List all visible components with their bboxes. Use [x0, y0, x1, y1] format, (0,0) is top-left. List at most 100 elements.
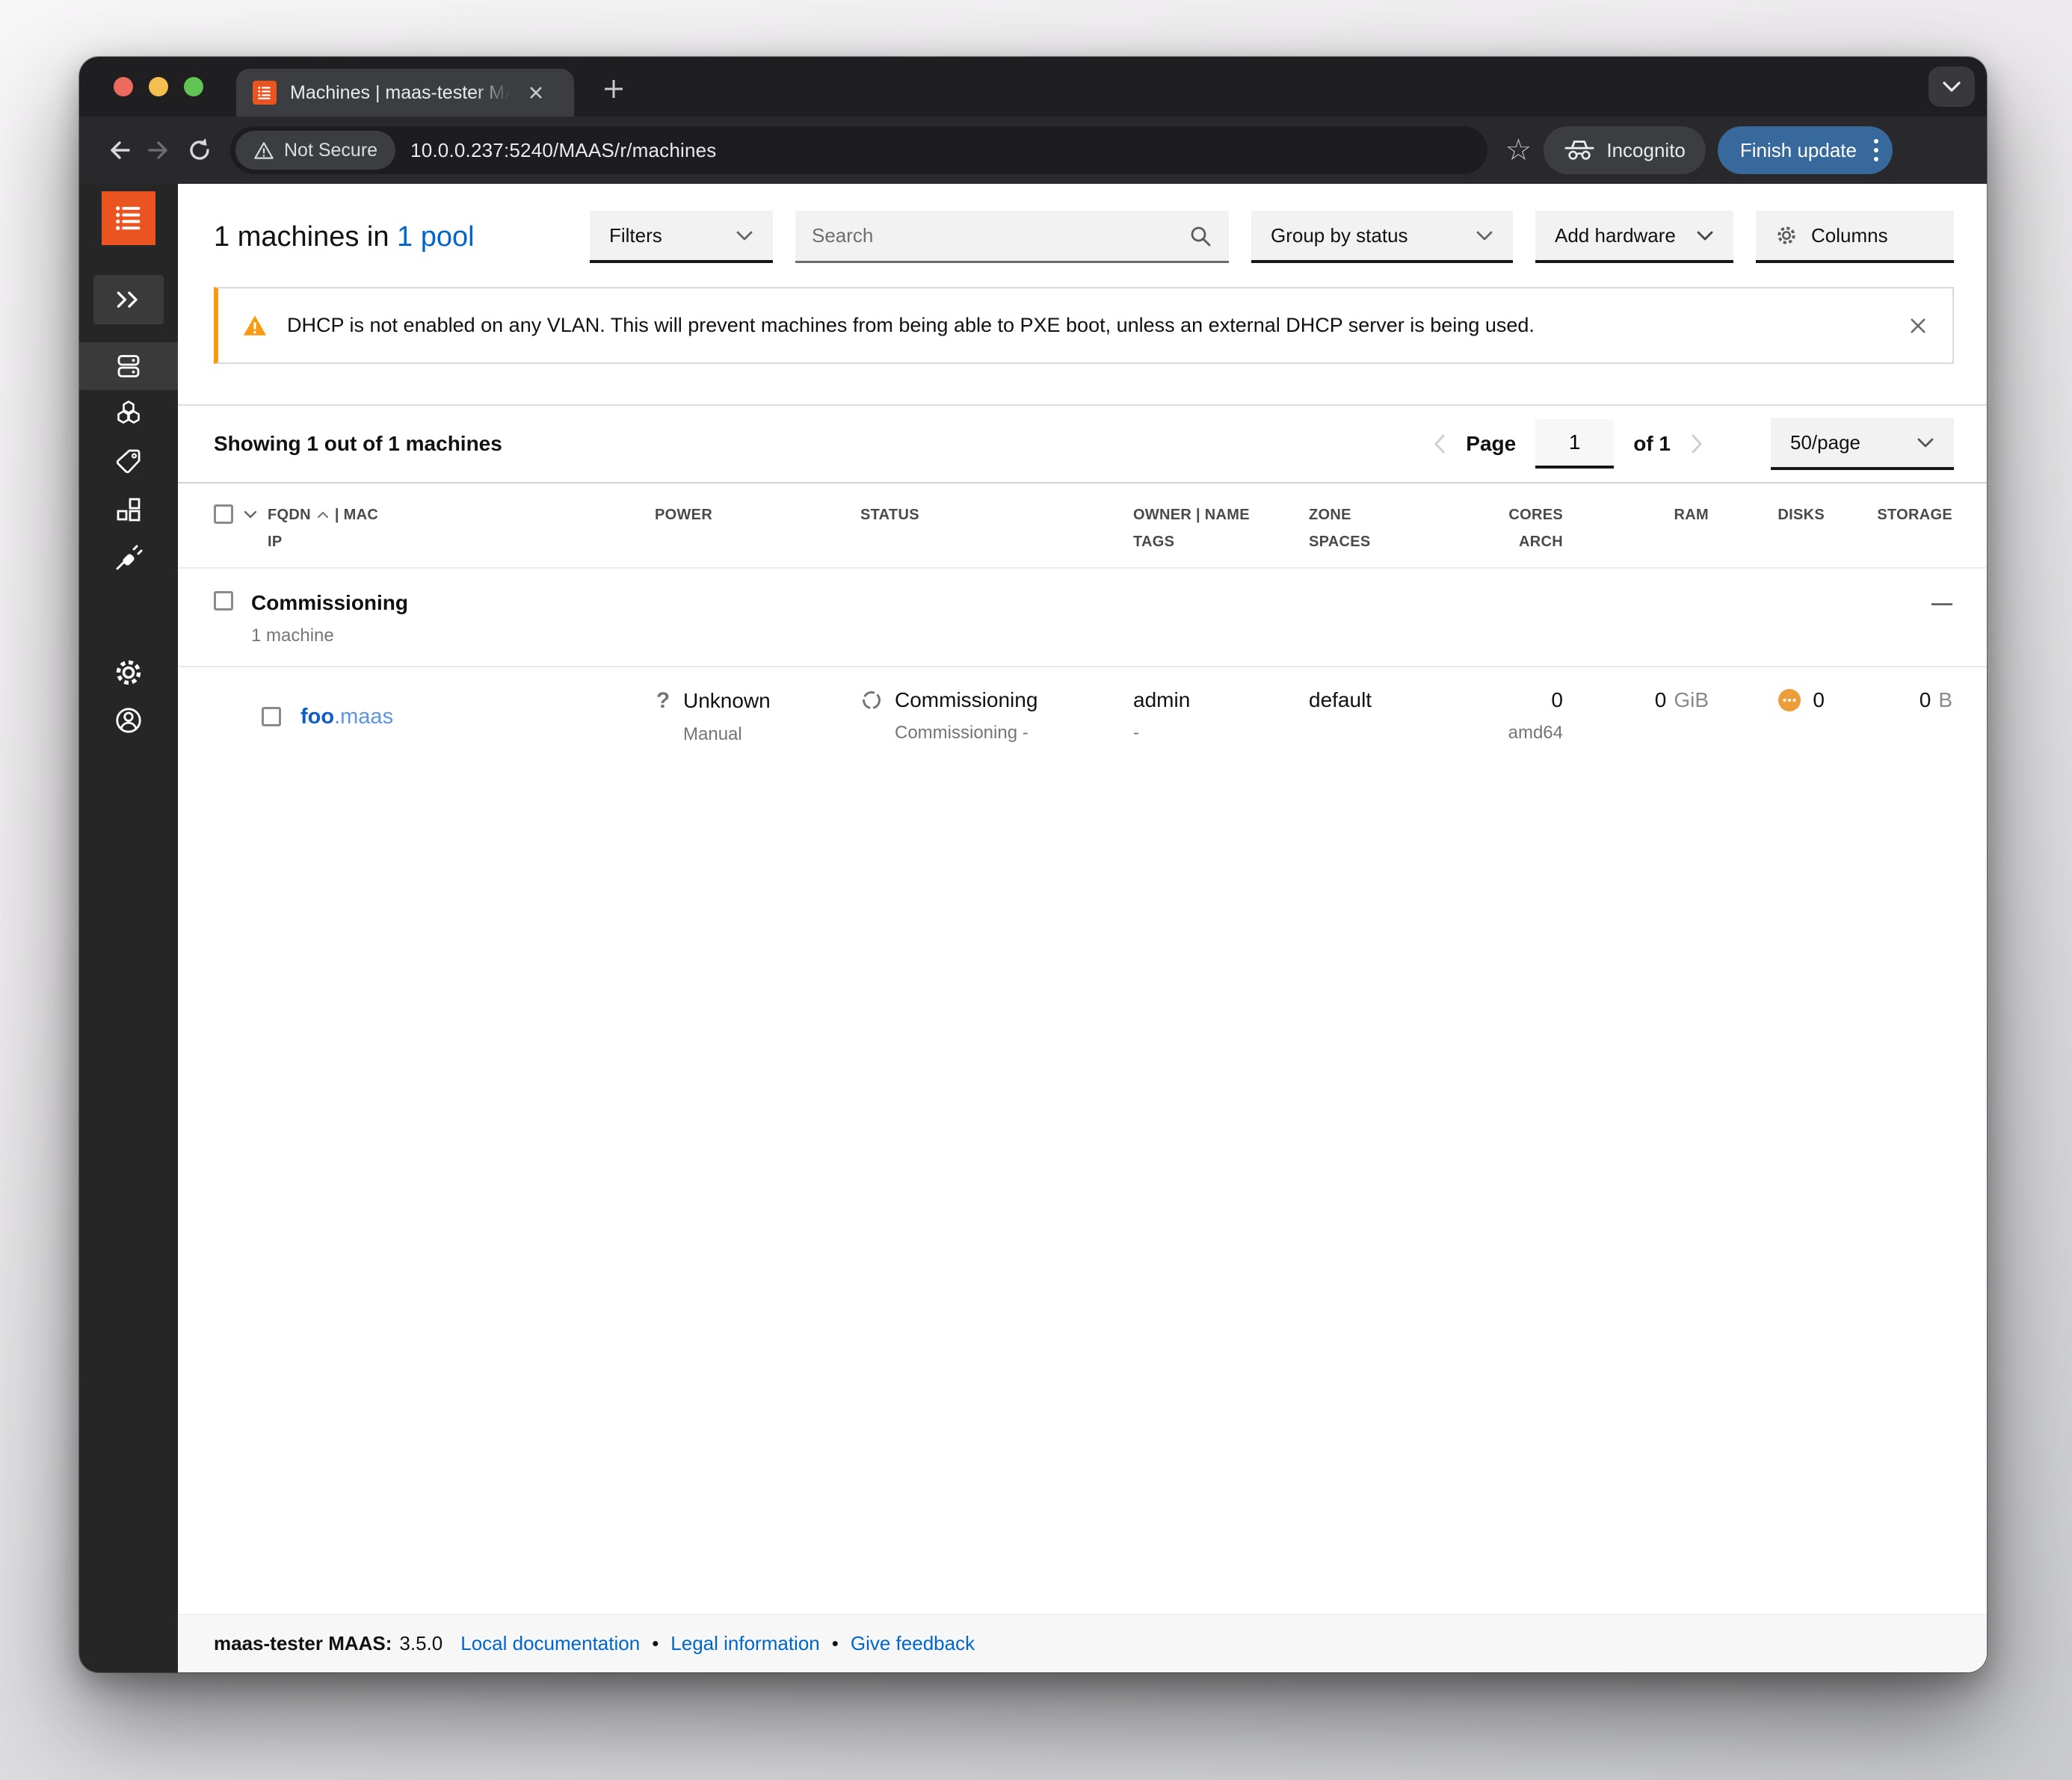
filters-dropdown[interactable]: Filters	[590, 211, 773, 263]
browser-tab[interactable]: Machines | maas-tester MAAS	[236, 69, 574, 117]
owner-cell: admin -	[1133, 688, 1309, 745]
machine-count-text: 1 machines in	[214, 220, 389, 253]
column-storage[interactable]: STORAGE	[1825, 504, 1952, 552]
search-box	[795, 211, 1229, 263]
finish-update-button[interactable]: Finish update	[1717, 126, 1893, 174]
banner-message: DHCP is not enabled on any VLAN. This wi…	[287, 314, 1535, 336]
minimize-window-button[interactable]	[149, 77, 168, 96]
group-aggregate-dash: —	[1931, 591, 1952, 614]
footer-separator: •	[652, 1632, 659, 1654]
column-cores[interactable]: CORES ARCH	[1492, 504, 1563, 552]
banner-close-icon[interactable]	[1908, 315, 1928, 336]
zoom-window-button[interactable]	[184, 77, 203, 96]
side-navigation	[79, 184, 178, 1672]
new-tab-button[interactable]	[602, 78, 625, 100]
status-cell: Commissioning Commissioning -	[860, 688, 1133, 745]
spaces-label: SPACES	[1309, 534, 1371, 550]
search-input[interactable]	[812, 224, 1188, 247]
column-ip[interactable]: IP	[268, 531, 378, 552]
expand-sidebar-button[interactable]	[93, 275, 164, 324]
group-collapse-chevron-icon[interactable]	[244, 510, 257, 519]
column-disks[interactable]: DISKS	[1709, 504, 1825, 552]
dhcp-warning-banner: DHCP is not enabled on any VLAN. This wi…	[214, 287, 1954, 364]
column-owner[interactable]: OWNER | NAME TAGS	[1133, 504, 1309, 552]
next-page-icon[interactable]	[1690, 433, 1703, 454]
tab-close-icon[interactable]	[528, 84, 544, 101]
close-window-button[interactable]	[114, 77, 133, 96]
maas-logo[interactable]	[102, 191, 155, 245]
power-state: Unknown	[683, 689, 771, 712]
column-fqdn[interactable]: FQDN | MAC	[268, 504, 378, 525]
group-checkbox[interactable]	[214, 591, 233, 611]
tab-strip: Machines | maas-tester MAAS	[79, 57, 1987, 117]
machine-table-row: foo.maas ? Unknown Manual Commissioning C…	[178, 666, 1987, 772]
machine-checkbox[interactable]	[262, 707, 281, 726]
arch-label: ARCH	[1519, 534, 1563, 550]
url-bar[interactable]: Not Secure 10.0.0.237:5240/MAAS/r/machin…	[230, 126, 1487, 174]
sidebar-item-account[interactable]	[79, 696, 178, 744]
per-page-select[interactable]: 50/page	[1771, 418, 1954, 470]
chevron-down-icon	[736, 231, 753, 240]
group-by-dropdown[interactable]: Group by status	[1251, 211, 1513, 263]
incognito-label: Incognito	[1606, 138, 1686, 161]
sidebar-item-network[interactable]	[79, 486, 178, 534]
sidebar-item-machines[interactable]	[79, 342, 178, 390]
pagination-row: Showing 1 out of 1 machines Page of 1 50…	[178, 404, 1987, 483]
column-zone[interactable]: ZONE SPACES	[1309, 504, 1492, 552]
status-group-row: Commissioning 1 machine —	[178, 567, 1987, 666]
zone-label: ZONE	[1309, 507, 1351, 523]
sidebar-item-settings[interactable]	[79, 649, 178, 696]
machine-fqdn-link[interactable]: foo.maas	[300, 705, 393, 729]
url-text[interactable]: 10.0.0.237:5240/MAAS/r/machines	[410, 139, 716, 162]
disk-test-pending-icon	[1778, 689, 1801, 711]
group-machine-count: 1 machine	[251, 625, 334, 646]
cores-cell: 0 amd64	[1492, 688, 1563, 745]
machine-list-page: 1 machines in 1 pool Filters Group by st…	[178, 184, 1987, 1672]
reload-icon[interactable]	[179, 130, 220, 170]
tags-label: TAGS	[1133, 534, 1175, 550]
column-status[interactable]: STATUS	[860, 504, 1133, 552]
bookmark-star-icon[interactable]: ☆	[1505, 135, 1532, 165]
not-secure-chip[interactable]: Not Secure	[235, 131, 396, 170]
not-secure-label: Not Secure	[284, 139, 378, 161]
browser-toolbar: Not Secure 10.0.0.237:5240/MAAS/r/machin…	[79, 117, 1987, 184]
power-type: Manual	[683, 724, 742, 744]
power-cell: ? Unknown Manual	[655, 688, 860, 745]
machine-tags: -	[1133, 723, 1139, 743]
account-icon	[116, 708, 141, 733]
storage-cell: 0B	[1825, 688, 1952, 745]
zone-cell: default	[1309, 688, 1492, 745]
footer-link-feedback[interactable]: Give feedback	[851, 1632, 975, 1655]
footer-app-name: maas-tester MAAS:	[214, 1632, 392, 1654]
footer-version: 3.5.0	[399, 1632, 443, 1654]
sidebar-item-tags[interactable]	[79, 438, 178, 486]
ram-cell: 0 GiB	[1563, 688, 1709, 745]
footer-link-legal[interactable]: Legal information	[670, 1632, 819, 1655]
pager: Page of 1 50/page	[1433, 418, 1954, 470]
columns-button[interactable]: Columns	[1756, 211, 1954, 263]
machine-cores: 0	[1551, 688, 1563, 711]
gear-icon	[1777, 226, 1795, 244]
select-all-checkbox[interactable]	[214, 504, 233, 524]
back-icon[interactable]	[99, 130, 139, 170]
previous-page-icon[interactable]	[1433, 433, 1446, 454]
forward-icon[interactable]	[139, 130, 179, 170]
sidebar-item-controllers[interactable]	[79, 534, 178, 581]
tab-title: Machines | maas-tester MAAS	[290, 81, 514, 103]
search-icon	[1191, 226, 1211, 246]
sidebar-item-pools[interactable]	[79, 390, 178, 438]
page-number-input[interactable]	[1535, 419, 1615, 469]
network-blocks-icon	[117, 498, 141, 522]
tab-search-button[interactable]	[1928, 67, 1975, 107]
pool-count-link[interactable]: 1 pool	[397, 221, 475, 253]
group-name: Commissioning	[251, 591, 409, 614]
machine-hostname: foo	[300, 704, 335, 729]
showing-count-text: Showing 1 out of 1 machines	[214, 432, 502, 455]
footer-separator: •	[831, 1632, 839, 1654]
add-hardware-label: Add hardware	[1555, 223, 1676, 247]
add-hardware-dropdown[interactable]: Add hardware	[1535, 211, 1733, 263]
footer-link-docs[interactable]: Local documentation	[460, 1632, 640, 1655]
incognito-badge: Incognito	[1544, 126, 1706, 174]
column-power[interactable]: POWER	[655, 504, 860, 552]
column-ram[interactable]: RAM	[1563, 504, 1709, 552]
